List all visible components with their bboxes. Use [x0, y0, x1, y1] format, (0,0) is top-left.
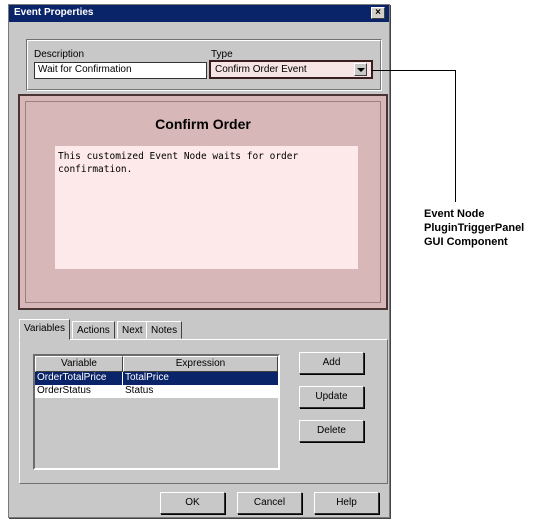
type-select-value: Confirm Order Event	[215, 64, 307, 75]
window-title: Event Properties	[14, 7, 94, 18]
cell-expression: Status	[125, 385, 154, 396]
tab-notes[interactable]: Notes	[146, 321, 183, 339]
tab-notes-label: Notes	[151, 325, 178, 336]
callout-line-1: Event Node	[424, 208, 485, 220]
variables-table[interactable]: Variable Expression OrderTotalPrice Tota…	[33, 354, 280, 470]
column-header-variable[interactable]: Variable	[35, 356, 123, 372]
callout-line-3: GUI Component	[424, 236, 508, 248]
plugin-panel-title: Confirm Order	[155, 116, 251, 132]
event-properties-dialog: Event Properties × Description Wait for …	[8, 4, 390, 518]
chevron-down-icon[interactable]	[354, 63, 367, 76]
tab-actions[interactable]: Actions	[72, 321, 115, 339]
tab-next-label: Next	[122, 325, 143, 336]
cell-expression: TotalPrice	[125, 372, 169, 383]
tab-next[interactable]: Next	[117, 321, 148, 339]
type-select[interactable]: Confirm Order Event	[209, 60, 373, 79]
help-button[interactable]: Help	[314, 492, 379, 514]
add-button[interactable]: Add	[299, 352, 364, 374]
delete-button[interactable]: Delete	[299, 420, 364, 442]
description-field[interactable]: Wait for Confirmation	[34, 62, 207, 79]
plugin-trigger-panel: Confirm Order This customized Event Node…	[18, 94, 388, 310]
column-header-expression[interactable]: Expression	[123, 356, 278, 372]
description-label: Description	[34, 49, 85, 60]
cell-variable: OrderTotalPrice	[37, 372, 107, 383]
description-type-group: Description Wait for Confirmation Type C…	[26, 39, 382, 91]
plugin-description-text: This customized Event Node waits for ord…	[55, 146, 358, 269]
update-button[interactable]: Update	[299, 386, 364, 408]
cell-variable: OrderStatus	[37, 385, 91, 396]
table-row[interactable]: OrderTotalPrice TotalPrice	[35, 372, 278, 385]
tab-variables[interactable]: Variables	[19, 319, 70, 340]
title-bar[interactable]: Event Properties ×	[9, 5, 389, 22]
plugin-panel-inner: Confirm Order This customized Event Node…	[25, 101, 381, 303]
table-body: OrderTotalPrice TotalPrice OrderStatus S…	[35, 372, 278, 398]
type-label: Type	[211, 49, 233, 60]
callout-label: Event Node PluginTriggerPanel GUI Compon…	[424, 207, 524, 249]
tab-actions-label: Actions	[77, 325, 110, 336]
cancel-button[interactable]: Cancel	[237, 492, 302, 514]
ok-button[interactable]: OK	[160, 492, 225, 514]
callout-line-2: PluginTriggerPanel	[424, 222, 525, 234]
callout-line-vertical	[455, 70, 456, 202]
close-icon: ×	[375, 7, 381, 18]
close-button[interactable]: ×	[371, 7, 385, 19]
table-row[interactable]: OrderStatus Status	[35, 385, 278, 398]
tab-variables-label: Variables	[24, 323, 65, 334]
callout-line-horizontal	[371, 70, 455, 71]
cell-divider	[122, 372, 123, 385]
